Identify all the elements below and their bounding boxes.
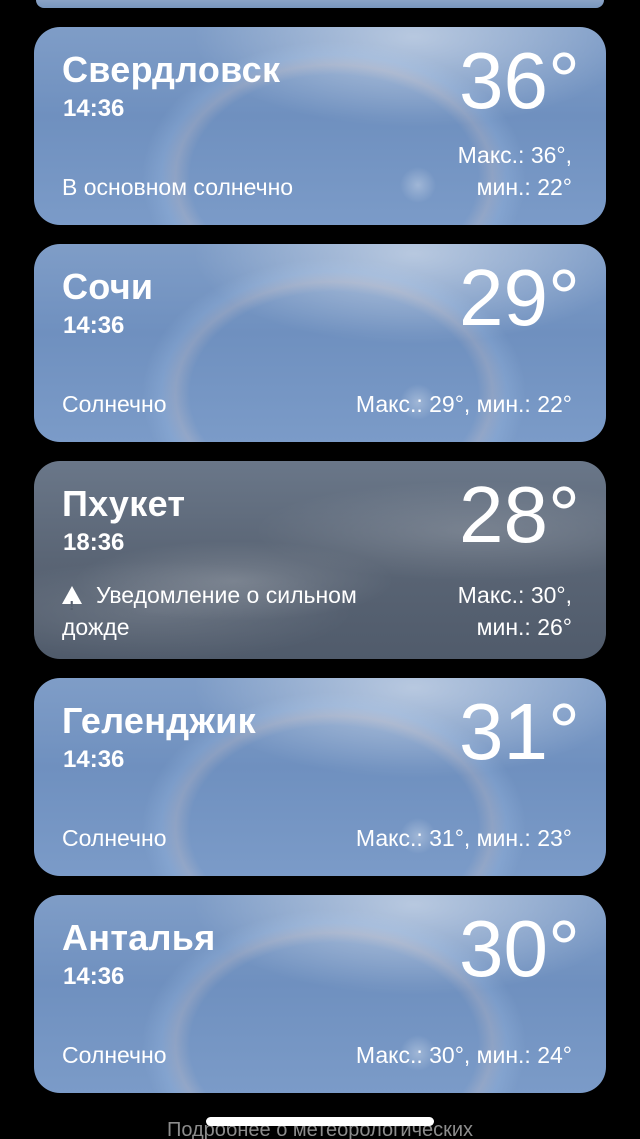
current-temperature: 30° bbox=[459, 904, 580, 993]
current-temperature: 36° bbox=[459, 36, 580, 125]
weather-alert: Уведомление о сильном дожде bbox=[62, 579, 422, 643]
current-temperature: 28° bbox=[459, 470, 580, 559]
city-name: Сочи bbox=[62, 266, 154, 307]
alert-text: Уведомление о сильном дожде bbox=[62, 582, 357, 640]
city-card-gelendzhik[interactable]: Геленджик 14:36 31° Солнечно Макс.: 31°,… bbox=[34, 678, 606, 876]
weather-condition: Солнечно bbox=[62, 825, 167, 851]
city-name: Геленджик bbox=[62, 700, 256, 741]
weather-condition: Солнечно bbox=[62, 1042, 167, 1068]
high-low-temperature: Макс.: 30°, мин.: 26° bbox=[422, 579, 572, 643]
local-time: 14:36 bbox=[63, 963, 125, 990]
city-name: Анталья bbox=[62, 917, 216, 958]
weather-city-list: Свердловск 14:36 36° В основном солнечно… bbox=[0, 0, 640, 1139]
city-name: Пхукет bbox=[62, 483, 186, 524]
local-time: 14:36 bbox=[63, 746, 125, 773]
high-low-temperature: Макс.: 29°, мин.: 22° bbox=[355, 391, 572, 417]
local-time: 14:36 bbox=[63, 95, 125, 122]
warning-icon bbox=[62, 586, 82, 622]
city-card-sochi[interactable]: Сочи 14:36 29° Солнечно Макс.: 29°, мин.… bbox=[34, 244, 606, 442]
high-low-temperature: Макс.: 30°, мин.: 24° bbox=[355, 1042, 572, 1068]
high-low-temperature: Макс.: 36°, мин.: 22° bbox=[458, 139, 572, 203]
city-name: Свердловск bbox=[62, 49, 281, 90]
low-temperature: мин.: 22° bbox=[476, 174, 572, 200]
weather-condition: Солнечно bbox=[62, 391, 167, 417]
local-time: 14:36 bbox=[63, 312, 125, 339]
high-temperature: Макс.: 30°, bbox=[457, 582, 572, 608]
local-time: 18:36 bbox=[63, 529, 125, 556]
low-temperature: мин.: 26° bbox=[476, 614, 572, 640]
city-card-phuket[interactable]: Пхукет 18:36 28° Уведомление о сильном д… bbox=[34, 461, 606, 659]
home-indicator[interactable] bbox=[206, 1117, 434, 1126]
city-card-antalya[interactable]: Анталья 14:36 30° Солнечно Макс.: 30°, м… bbox=[34, 895, 606, 1093]
high-temperature: Макс.: 36°, bbox=[457, 142, 572, 168]
current-temperature: 29° bbox=[459, 253, 580, 342]
high-low-temperature: Макс.: 31°, мин.: 23° bbox=[355, 825, 572, 851]
current-temperature: 31° bbox=[459, 687, 580, 776]
city-card-sverdlovsk[interactable]: Свердловск 14:36 36° В основном солнечно… bbox=[34, 27, 606, 225]
previous-card-edge[interactable] bbox=[36, 0, 604, 8]
weather-condition: В основном солнечно bbox=[62, 174, 294, 200]
